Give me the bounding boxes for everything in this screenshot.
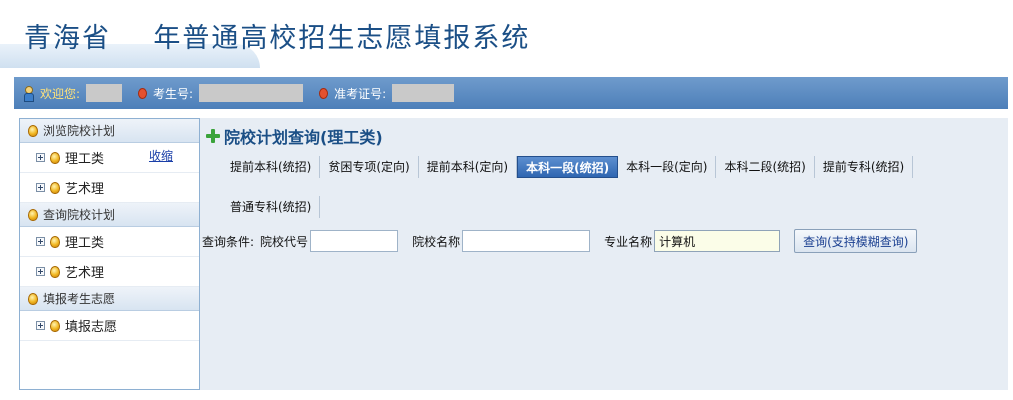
bulb-icon (50, 319, 60, 332)
tab-row-2: 普通专科(统招) (222, 196, 321, 218)
user-icon (24, 86, 34, 102)
sidebar-item-query-art[interactable]: 艺术理 (20, 257, 199, 287)
bulb-icon (28, 292, 38, 305)
bulb-icon (50, 235, 60, 248)
school-name-input[interactable] (462, 230, 591, 252)
green-plus-icon (206, 129, 220, 143)
tab-undergrad-tier2-general[interactable]: 本科二段(统招) (716, 156, 815, 178)
school-code-input[interactable] (310, 230, 399, 252)
expand-icon[interactable] (36, 267, 45, 276)
title-bar: 青海省 年普通高校招生志愿填报系统 (0, 0, 1013, 70)
expand-icon[interactable] (36, 183, 45, 192)
sidebar: 浏览院校计划 理工类 艺术理 查询院校计划 理工类 艺术理 填报考生志愿 填报志… (19, 118, 200, 390)
school-code-label: 院校代号 (260, 234, 309, 249)
tab-undergrad-tier1-general[interactable]: 本科一段(统招) (517, 156, 619, 178)
exam-no-label: 考生号: (153, 86, 194, 101)
sidebar-group-label: 填报考生志愿 (43, 292, 116, 306)
tab-early-undergrad-general[interactable]: 提前本科(统招) (222, 156, 321, 178)
tab-row-1: 提前本科(统招) 贫困专项(定向) 提前本科(定向) 本科一段(统招) 本科一段… (222, 156, 914, 178)
query-conditions-label: 查询条件: (202, 234, 255, 249)
sidebar-group-fill[interactable]: 填报考生志愿 (20, 287, 199, 311)
sidebar-item-label: 艺术理 (65, 266, 105, 281)
sidebar-group-label: 查询院校计划 (43, 208, 116, 222)
user-name-redacted (86, 84, 123, 102)
bulb-icon (28, 208, 38, 221)
bulb-icon (50, 265, 60, 278)
ticket-no-redacted (392, 84, 455, 102)
sidebar-item-label: 艺术理 (65, 182, 105, 197)
bulb-icon (28, 124, 38, 137)
sidebar-item-label: 填报志愿 (65, 320, 118, 335)
sidebar-item-label: 理工类 (65, 152, 105, 167)
major-name-label: 专业名称 (604, 234, 653, 249)
main-heading-text: 院校计划查询(理工类) (224, 128, 383, 147)
page-title: 青海省 年普通高校招生志愿填报系统 (24, 23, 531, 54)
main-heading: 院校计划查询(理工类) (206, 124, 383, 148)
tab-early-undergrad-directed[interactable]: 提前本科(定向) (419, 156, 518, 178)
ticket-no-icon (319, 87, 329, 99)
welcome-label: 欢迎您: (40, 86, 81, 101)
sidebar-item-browse-art[interactable]: 艺术理 (20, 173, 199, 203)
expand-icon[interactable] (36, 237, 45, 246)
query-form: 查询条件: 院校代号 院校名称 专业名称 查询(支持模糊查询) (202, 229, 918, 253)
expand-icon[interactable] (36, 153, 45, 162)
sidebar-item-fill-application[interactable]: 填报志愿 (20, 311, 199, 341)
tab-early-college-general[interactable]: 提前专科(统招) (815, 156, 914, 178)
tab-poverty-special[interactable]: 贫困专项(定向) (320, 156, 419, 178)
bulb-icon (50, 181, 60, 194)
main-content: 院校计划查询(理工类) 提前本科(统招) 贫困专项(定向) 提前本科(定向) 本… (200, 118, 1008, 390)
sidebar-group-browse[interactable]: 浏览院校计划 (20, 119, 199, 143)
exam-no-redacted (199, 84, 304, 102)
school-name-label: 院校名称 (412, 234, 461, 249)
sidebar-item-label: 理工类 (65, 236, 105, 251)
sidebar-item-query-science[interactable]: 理工类 (20, 227, 199, 257)
tab-undergrad-tier1-directed[interactable]: 本科一段(定向) (618, 156, 717, 178)
bulb-icon (50, 151, 60, 164)
collapse-link[interactable]: 收缩 (149, 147, 173, 164)
sidebar-group-label: 浏览院校计划 (43, 124, 116, 138)
exam-no-icon (138, 87, 148, 99)
sidebar-group-query[interactable]: 查询院校计划 (20, 203, 199, 227)
query-button[interactable]: 查询(支持模糊查询) (794, 229, 918, 253)
user-info-bar: 欢迎您: 考生号: 准考证号: (14, 77, 1008, 109)
tab-regular-college-general[interactable]: 普通专科(统招) (222, 196, 321, 218)
major-name-input[interactable] (654, 230, 781, 252)
ticket-no-label: 准考证号: (334, 86, 387, 101)
expand-icon[interactable] (36, 321, 45, 330)
